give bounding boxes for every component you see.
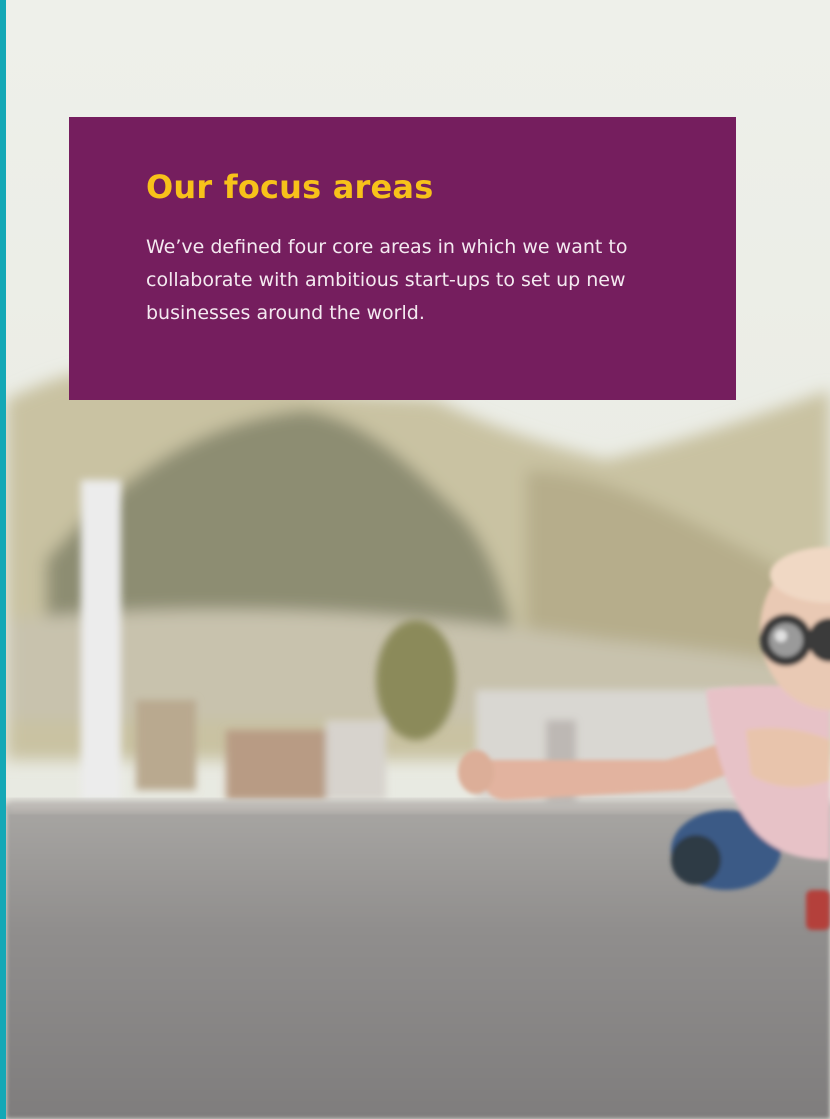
page: Our focus areas We’ve defined four core …	[0, 0, 830, 1119]
focus-areas-title: Our focus areas	[146, 168, 434, 206]
focus-areas-description: We’ve defined four core areas in which w…	[146, 236, 628, 324]
focus-areas-card: Our focus areas We’ve defined four core …	[69, 117, 736, 400]
accent-stripe	[0, 0, 6, 1119]
